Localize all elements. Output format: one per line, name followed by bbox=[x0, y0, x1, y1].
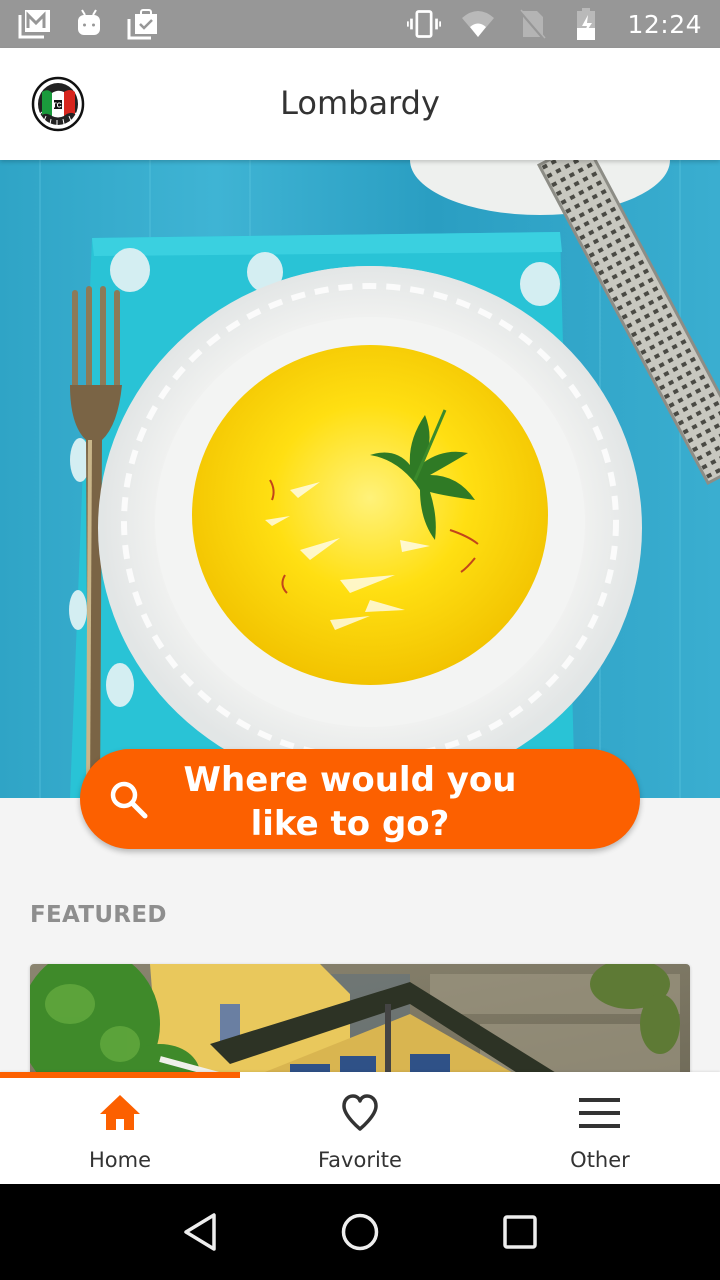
search-button[interactable]: Where would you like to go? bbox=[80, 749, 640, 849]
nav-item-favorite[interactable]: Favorite bbox=[240, 1072, 480, 1184]
wifi-icon bbox=[461, 7, 495, 41]
status-bar: 12:24 bbox=[0, 0, 720, 48]
nav-label-favorite: Favorite bbox=[318, 1148, 402, 1172]
heart-icon bbox=[339, 1092, 381, 1134]
home-circle-icon[interactable] bbox=[330, 1202, 390, 1262]
bottom-navigation: Home Favorite Other bbox=[0, 1072, 720, 1184]
system-navigation-bar bbox=[0, 1184, 720, 1280]
page-title: Lombardy bbox=[280, 84, 440, 122]
hero-image bbox=[0, 160, 720, 798]
vibrate-icon bbox=[407, 7, 442, 41]
nav-label-home: Home bbox=[88, 1148, 151, 1172]
gmail-icon bbox=[18, 7, 52, 41]
back-icon[interactable] bbox=[170, 1202, 230, 1262]
no-sim-icon bbox=[515, 7, 549, 41]
nav-label-other: Other bbox=[570, 1148, 630, 1172]
screen: 12:24 TCI Lombardy Where would you like … bbox=[0, 0, 720, 1280]
featured-heading: FEATURED bbox=[30, 902, 167, 928]
risotto-photo bbox=[0, 160, 720, 798]
recents-icon[interactable] bbox=[490, 1202, 550, 1262]
search-icon bbox=[108, 779, 150, 821]
nav-item-other[interactable]: Other bbox=[480, 1072, 720, 1184]
app-bar: TCI Lombardy bbox=[0, 48, 720, 160]
status-time: 12:24 bbox=[627, 9, 702, 39]
battery-charging-icon bbox=[569, 7, 603, 41]
home-icon bbox=[99, 1092, 141, 1134]
nav-item-home[interactable]: Home bbox=[0, 1072, 240, 1184]
clipboard-check-icon bbox=[126, 7, 160, 41]
search-label: Where would you like to go? bbox=[183, 760, 517, 844]
menu-icon bbox=[579, 1092, 621, 1134]
android-icon bbox=[72, 7, 106, 41]
